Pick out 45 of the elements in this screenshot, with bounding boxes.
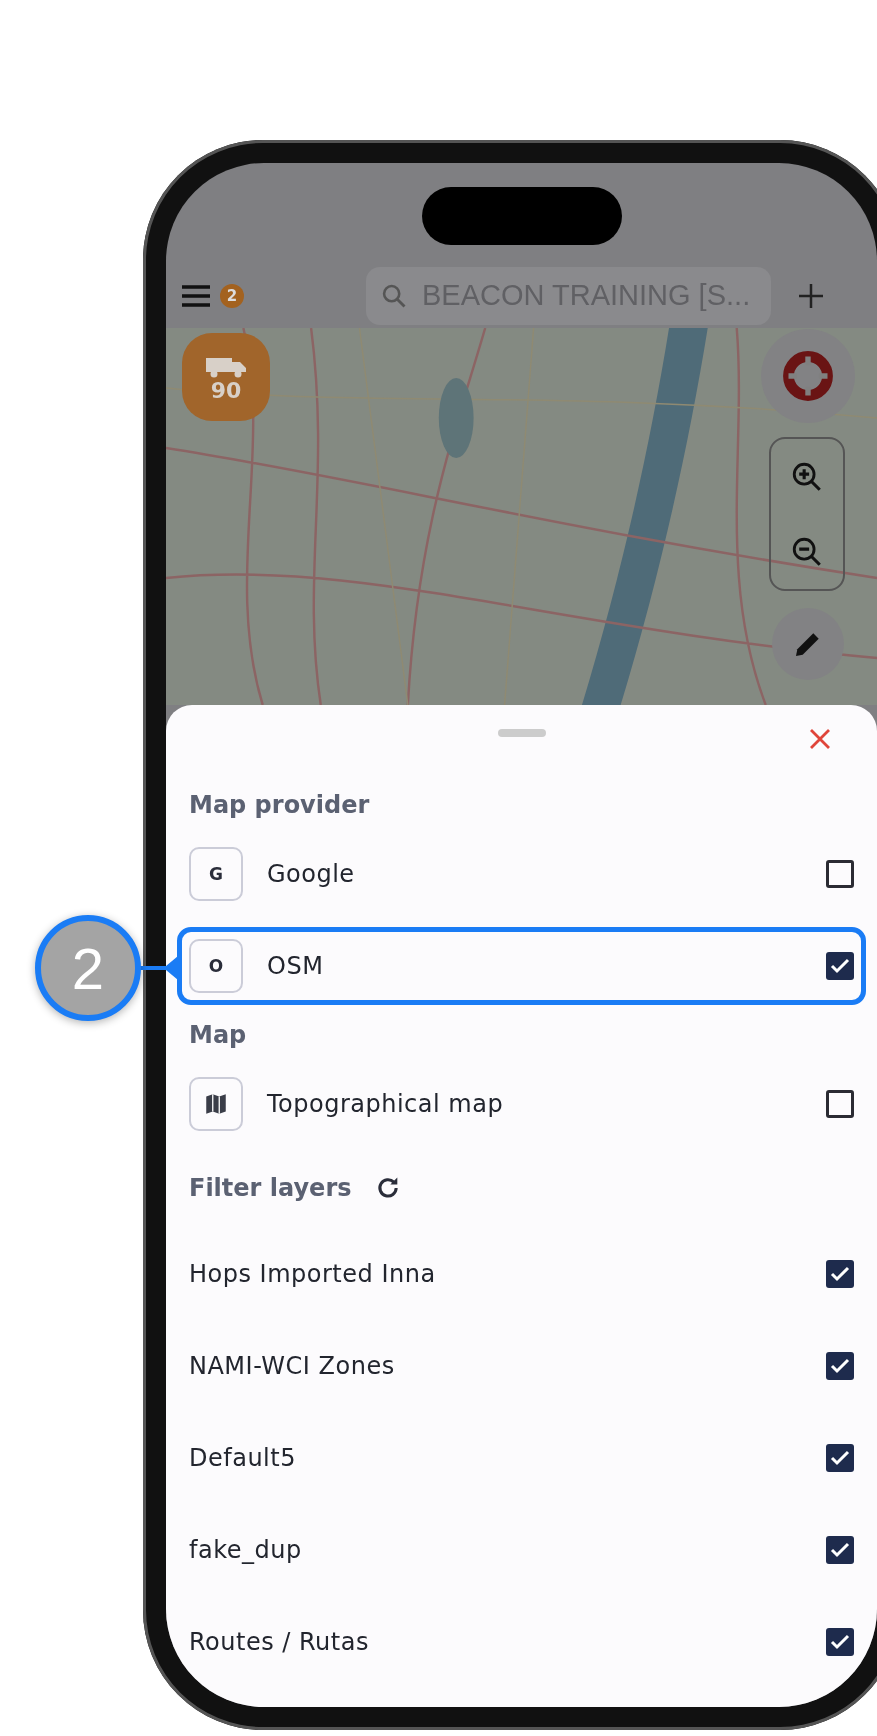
option-row[interactable]: Default5	[177, 1412, 866, 1504]
callout-connector	[140, 956, 180, 980]
option-row[interactable]: G Google	[177, 828, 866, 920]
option-row[interactable]: Hops Imported Inna	[177, 1228, 866, 1320]
option-label: OSM	[267, 952, 324, 980]
notification-count: 2	[220, 283, 244, 308]
checkbox[interactable]	[826, 1352, 854, 1380]
option-row[interactable]: fake_dup	[177, 1504, 866, 1596]
option-label: Hops Imported Inna	[189, 1260, 436, 1288]
checkbox[interactable]	[826, 860, 854, 888]
option-row[interactable]: O OSM	[177, 927, 866, 1005]
drag-handle[interactable]	[497, 729, 546, 737]
map-icon	[189, 1077, 243, 1131]
option-row[interactable]: Topographical map	[177, 1058, 866, 1150]
checkbox[interactable]	[826, 1444, 854, 1472]
checkbox[interactable]	[826, 1628, 854, 1656]
check-icon	[830, 958, 850, 974]
check-icon	[830, 1358, 850, 1374]
provider-icon: O	[189, 939, 243, 993]
option-label: fake_dup	[189, 1536, 302, 1564]
option-label: NAMI-WCI Zones	[189, 1352, 395, 1380]
option-row[interactable]: Routes / Rutas	[177, 1596, 866, 1688]
close-icon	[808, 727, 832, 751]
checkbox[interactable]	[826, 1090, 854, 1118]
option-label: Topographical map	[267, 1090, 504, 1118]
checkbox[interactable]	[826, 952, 854, 980]
check-icon	[830, 1450, 850, 1466]
section-heading: Map provider	[189, 791, 370, 819]
checkbox[interactable]	[826, 1536, 854, 1564]
option-row[interactable]: NAMI-WCI Zones	[177, 1320, 866, 1412]
menu-icon[interactable]	[182, 284, 210, 307]
vehicle-count: 90	[210, 377, 242, 403]
check-icon	[830, 1634, 850, 1650]
callout-number: 2	[35, 915, 141, 1021]
option-label: Routes / Rutas	[189, 1628, 369, 1656]
lifebuoy-icon	[782, 350, 834, 402]
checkbox[interactable]	[826, 1260, 854, 1288]
section-heading: Map	[189, 1021, 247, 1049]
option-label: Default5	[189, 1444, 296, 1472]
check-icon	[830, 1542, 850, 1558]
add-icon[interactable]	[798, 282, 824, 309]
check-icon	[830, 1266, 850, 1282]
option-label: Google	[267, 860, 355, 888]
section-heading: Filter layers	[189, 1174, 352, 1202]
provider-icon: G	[189, 847, 243, 901]
